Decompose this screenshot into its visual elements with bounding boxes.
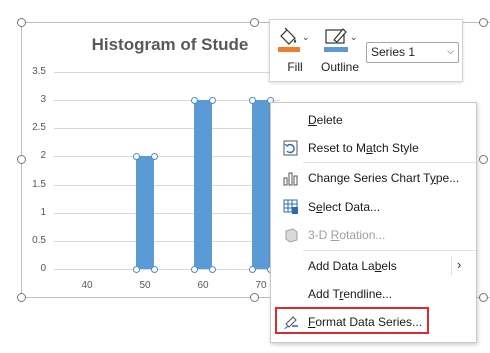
gridline <box>54 269 280 270</box>
chart-resize-handle[interactable] <box>479 18 488 27</box>
outline-label: Outline <box>320 60 360 74</box>
gridline <box>54 72 280 73</box>
chart-resize-handle[interactable] <box>479 155 488 164</box>
bar-chart-icon <box>283 172 298 186</box>
gridline <box>54 156 280 158</box>
fill-label: Fill <box>287 60 303 74</box>
x-tick-label: 40 <box>81 280 93 291</box>
y-tick-label: 3 <box>40 94 46 106</box>
menu-item-3d-rotation[interactable]: 3-D Rotation... <box>271 223 476 247</box>
chevron-down-icon: ⌵ <box>447 46 454 56</box>
histogram-bar[interactable] <box>194 100 212 269</box>
y-tick-label: 0 <box>40 263 46 274</box>
menu-item-reset-style[interactable]: Reset to Match Style <box>271 136 476 160</box>
y-tick-label: 1 <box>40 206 46 218</box>
chart-resize-handle[interactable] <box>250 293 259 302</box>
y-tick-label: 0.5 <box>32 234 46 246</box>
x-tick-label: 50 <box>139 280 151 291</box>
format-mini-toolbar: ⌄ Fill ⌄ Outline Series 1 ⌵ <box>269 19 463 82</box>
fill-button[interactable]: ⌄ Fill <box>276 24 314 78</box>
bar-selection-handle[interactable] <box>132 265 140 273</box>
x-tick-label: 60 <box>197 280 209 291</box>
pen-outline-icon: ⌄ <box>324 28 358 52</box>
bar-selection-handle[interactable] <box>190 96 198 104</box>
y-tick-label: 3.5 <box>32 66 46 77</box>
menu-item-delete[interactable]: Delete <box>271 108 476 132</box>
paint-bucket-icon: ⌄ <box>278 27 308 52</box>
bar-selection-handle[interactable] <box>150 265 158 273</box>
menu-item-add-trendline[interactable]: Add Trendline... <box>271 282 476 306</box>
bar-selection-handle[interactable] <box>248 265 256 273</box>
outline-color-swatch <box>324 47 348 52</box>
gridline <box>54 184 280 186</box>
bar-selection-handle[interactable] <box>132 152 140 160</box>
chevron-right-icon: › <box>457 257 462 272</box>
series-select[interactable]: Series 1 ⌵ <box>366 42 459 63</box>
highlight-box <box>275 307 429 334</box>
menu-item-add-data-labels[interactable]: Add Data Labels › <box>271 254 476 278</box>
fill-color-swatch <box>278 47 300 52</box>
gridline <box>54 240 280 242</box>
reset-style-icon <box>283 140 298 156</box>
menu-item-select-data[interactable]: Select Data... <box>271 195 476 219</box>
svg-text:⌄: ⌄ <box>350 32 358 42</box>
bar-selection-handle[interactable] <box>150 152 158 160</box>
histogram-bar[interactable] <box>252 100 270 269</box>
gridline <box>54 212 280 214</box>
bar-selection-handle[interactable] <box>190 265 198 273</box>
y-tick-label: 1.5 <box>32 178 46 190</box>
bar-selection-handle[interactable] <box>248 96 256 104</box>
chart-resize-handle[interactable] <box>17 293 26 302</box>
outline-button[interactable]: ⌄ Outline <box>318 24 362 78</box>
select-data-icon <box>283 199 298 214</box>
svg-text:⌄: ⌄ <box>302 32 308 42</box>
y-tick-label: 2.5 <box>32 122 46 134</box>
histogram-bar[interactable] <box>136 156 154 269</box>
chart-resize-handle[interactable] <box>17 18 26 27</box>
series-select-value: Series 1 <box>371 45 416 59</box>
gridline <box>54 100 280 102</box>
bar-selection-handle[interactable] <box>208 265 216 273</box>
cube-rotation-icon <box>285 228 298 243</box>
bar-selection-handle[interactable] <box>208 96 216 104</box>
y-tick-label: 2 <box>40 150 46 162</box>
chart-resize-handle[interactable] <box>479 293 488 302</box>
menu-item-change-chart-type[interactable]: Change Series Chart Type... <box>271 166 476 190</box>
chart-resize-handle[interactable] <box>250 18 259 27</box>
gridline <box>54 128 280 130</box>
